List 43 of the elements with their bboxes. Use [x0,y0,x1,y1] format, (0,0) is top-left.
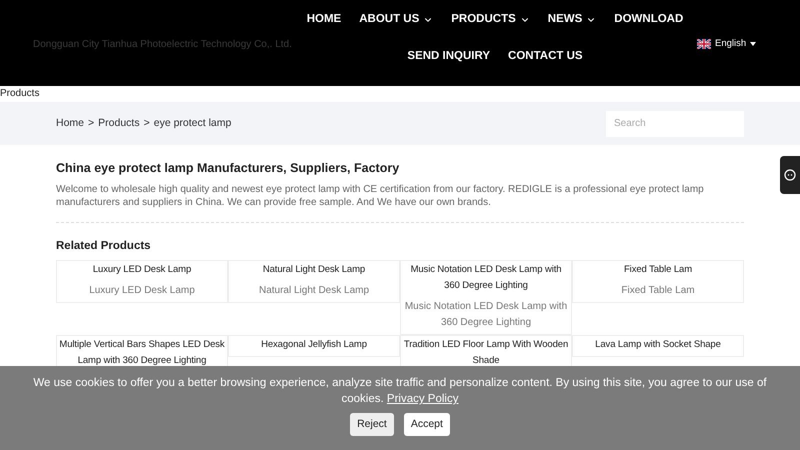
search-field[interactable]: Search [606,110,744,136]
section-heading: Related Products [56,238,152,254]
language-selector[interactable]: English [697,37,756,52]
description: Welcome to wholesale high quality and newest eye protect lamp with CE certification from our factory. REDIGLE is a professional eye protect lamp manufacturers and suppliers in China. We can provide free sample. And We have our own brands. [56,182,705,209]
product-name[interactable]: Hexagonal Jellyfish Lamp [230,337,398,353]
breadcrumb-separator: > [144,116,150,131]
nav-link[interactable]: ABOUT US [359,11,420,28]
nav-link[interactable]: DOWNLOAD [614,11,684,28]
product-caption: Music Notation LED Desk Lamp with 360 Degree Lighting [404,300,568,330]
chat-button[interactable] [780,156,800,194]
page-label: Products [0,87,40,101]
product-card[interactable]: Music Notation LED Desk Lamp with 360 Degree Lighting Music Notation LED Desk Lamp with 360 Degree Lighting [400,260,572,335]
product-name[interactable]: Fixed Table Lam [574,262,742,278]
product-caption: Fixed Table Lam [620,284,696,298]
caret-icon [750,42,756,46]
product-card[interactable]: Lava Lamp with Socket Shape [572,335,744,357]
breadcrumb-link[interactable]: eye protect lamp [154,116,232,132]
product-name[interactable]: Lava Lamp with Socket Shape [574,337,742,353]
cookie-message: We use cookies to offer you a better browsing experience, analyze site traffic and personalize content. By using this site, you agree to our use of cookies. Privacy Policy [32,376,768,407]
product-caption: Natural Light Desk Lamp [258,284,370,298]
product-card[interactable]: Fixed Table Lam Fixed Table Lam [572,260,744,303]
nav-link[interactable]: CONTACT US [508,48,583,66]
product-name[interactable]: Music Notation LED Desk Lamp with 360 Degree Lighting [402,262,570,294]
cookie-button[interactable]: Reject [350,413,394,436]
page-title: China eye protect lamp Manufacturers, Suppliers, Factory [56,160,400,177]
flag-icon [697,39,711,50]
nav-link[interactable]: NEWS [548,11,582,28]
product-card[interactable]: Luxury LED Desk Lamp Luxury LED Desk Lamp [56,260,228,303]
nav-link[interactable]: SEND INQUIRY [407,48,490,66]
breadcrumb-link[interactable]: Home [56,116,84,132]
chat-icon [784,169,796,181]
cookie-button[interactable]: Accept [404,413,450,436]
product-card[interactable]: Natural Light Desk Lamp Natural Light Desk Lamp [228,260,400,303]
nav-link[interactable]: PRODUCTS [451,11,516,28]
privacy-policy-link[interactable]: Privacy Policy [386,393,458,405]
nav-link[interactable]: HOME [306,11,342,28]
product-name[interactable]: Natural Light Desk Lamp [230,262,398,278]
breadcrumb-separator: > [88,116,94,131]
product-caption: Luxury LED Desk Lamp [88,284,196,298]
company-name: Dongguan City Tianhua Photoelectric Technology Co,. Ltd. [33,38,293,52]
breadcrumb-link[interactable]: Products [98,116,140,132]
product-name[interactable]: Luxury LED Desk Lamp [58,262,226,278]
product-card[interactable]: Hexagonal Jellyfish Lamp [228,335,400,357]
